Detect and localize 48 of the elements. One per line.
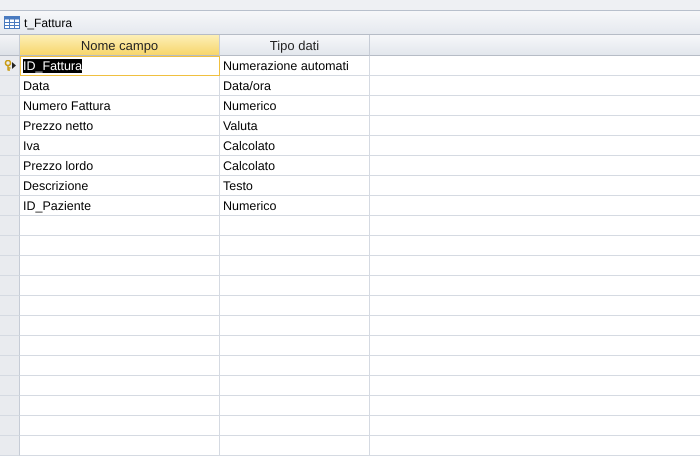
column-header[interactable]: Nome campo: [20, 35, 220, 56]
field-name-cell[interactable]: [20, 356, 220, 376]
field-name-cell[interactable]: [20, 276, 220, 296]
field-name-cell[interactable]: Iva: [20, 136, 220, 156]
data-type-cell[interactable]: [220, 416, 370, 436]
data-type-cell[interactable]: Data/ora: [220, 76, 370, 96]
data-type-cell[interactable]: [220, 436, 370, 456]
data-type-cell[interactable]: Testo: [220, 176, 370, 196]
data-type-cell[interactable]: [220, 316, 370, 336]
key-icon: [4, 60, 12, 71]
field-name-cell[interactable]: [20, 216, 220, 236]
tab-title[interactable]: t_Fattura: [24, 16, 72, 30]
field-name-cell[interactable]: Numero Fattura: [20, 96, 220, 116]
field-name-cell[interactable]: Prezzo netto: [20, 116, 220, 136]
data-type-cell[interactable]: Numerazione automati: [220, 56, 370, 76]
data-type-cell[interactable]: [220, 356, 370, 376]
data-type-cell[interactable]: [220, 256, 370, 276]
field-name-cell[interactable]: Data: [20, 76, 220, 96]
field-name-cell[interactable]: [20, 296, 220, 316]
table-icon: [4, 16, 20, 29]
field-name-cell[interactable]: [20, 236, 220, 256]
field-name-cell[interactable]: ID_Fattura: [20, 56, 220, 76]
field-name-cell[interactable]: [20, 336, 220, 356]
data-type-cell[interactable]: [220, 376, 370, 396]
data-type-cell[interactable]: [220, 276, 370, 296]
field-name-cell[interactable]: [20, 376, 220, 396]
data-type-cell[interactable]: [220, 296, 370, 316]
field-name-cell[interactable]: [20, 256, 220, 276]
field-name-cell[interactable]: [20, 316, 220, 336]
field-name-cell[interactable]: [20, 396, 220, 416]
current-row-arrow-icon: [12, 62, 16, 69]
field-name-cell[interactable]: Prezzo lordo: [20, 156, 220, 176]
data-type-cell[interactable]: Calcolato: [220, 136, 370, 156]
selected-text: ID_Fattura: [23, 58, 82, 72]
column-header[interactable]: Tipo dati: [220, 35, 370, 56]
data-type-cell[interactable]: [220, 336, 370, 356]
field-name-cell[interactable]: [20, 436, 220, 456]
data-type-cell[interactable]: Valuta: [220, 116, 370, 136]
data-type-cell[interactable]: [220, 236, 370, 256]
field-name-cell[interactable]: ID_Paziente: [20, 196, 220, 216]
row-selector[interactable]: [0, 56, 20, 76]
data-type-cell[interactable]: [220, 216, 370, 236]
field-name-cell[interactable]: [20, 416, 220, 436]
data-type-cell[interactable]: Calcolato: [220, 156, 370, 176]
data-type-cell[interactable]: Numerico: [220, 196, 370, 216]
field-name-cell[interactable]: Descrizione: [20, 176, 220, 196]
data-type-cell[interactable]: Numerico: [220, 96, 370, 116]
data-type-cell[interactable]: [220, 396, 370, 416]
